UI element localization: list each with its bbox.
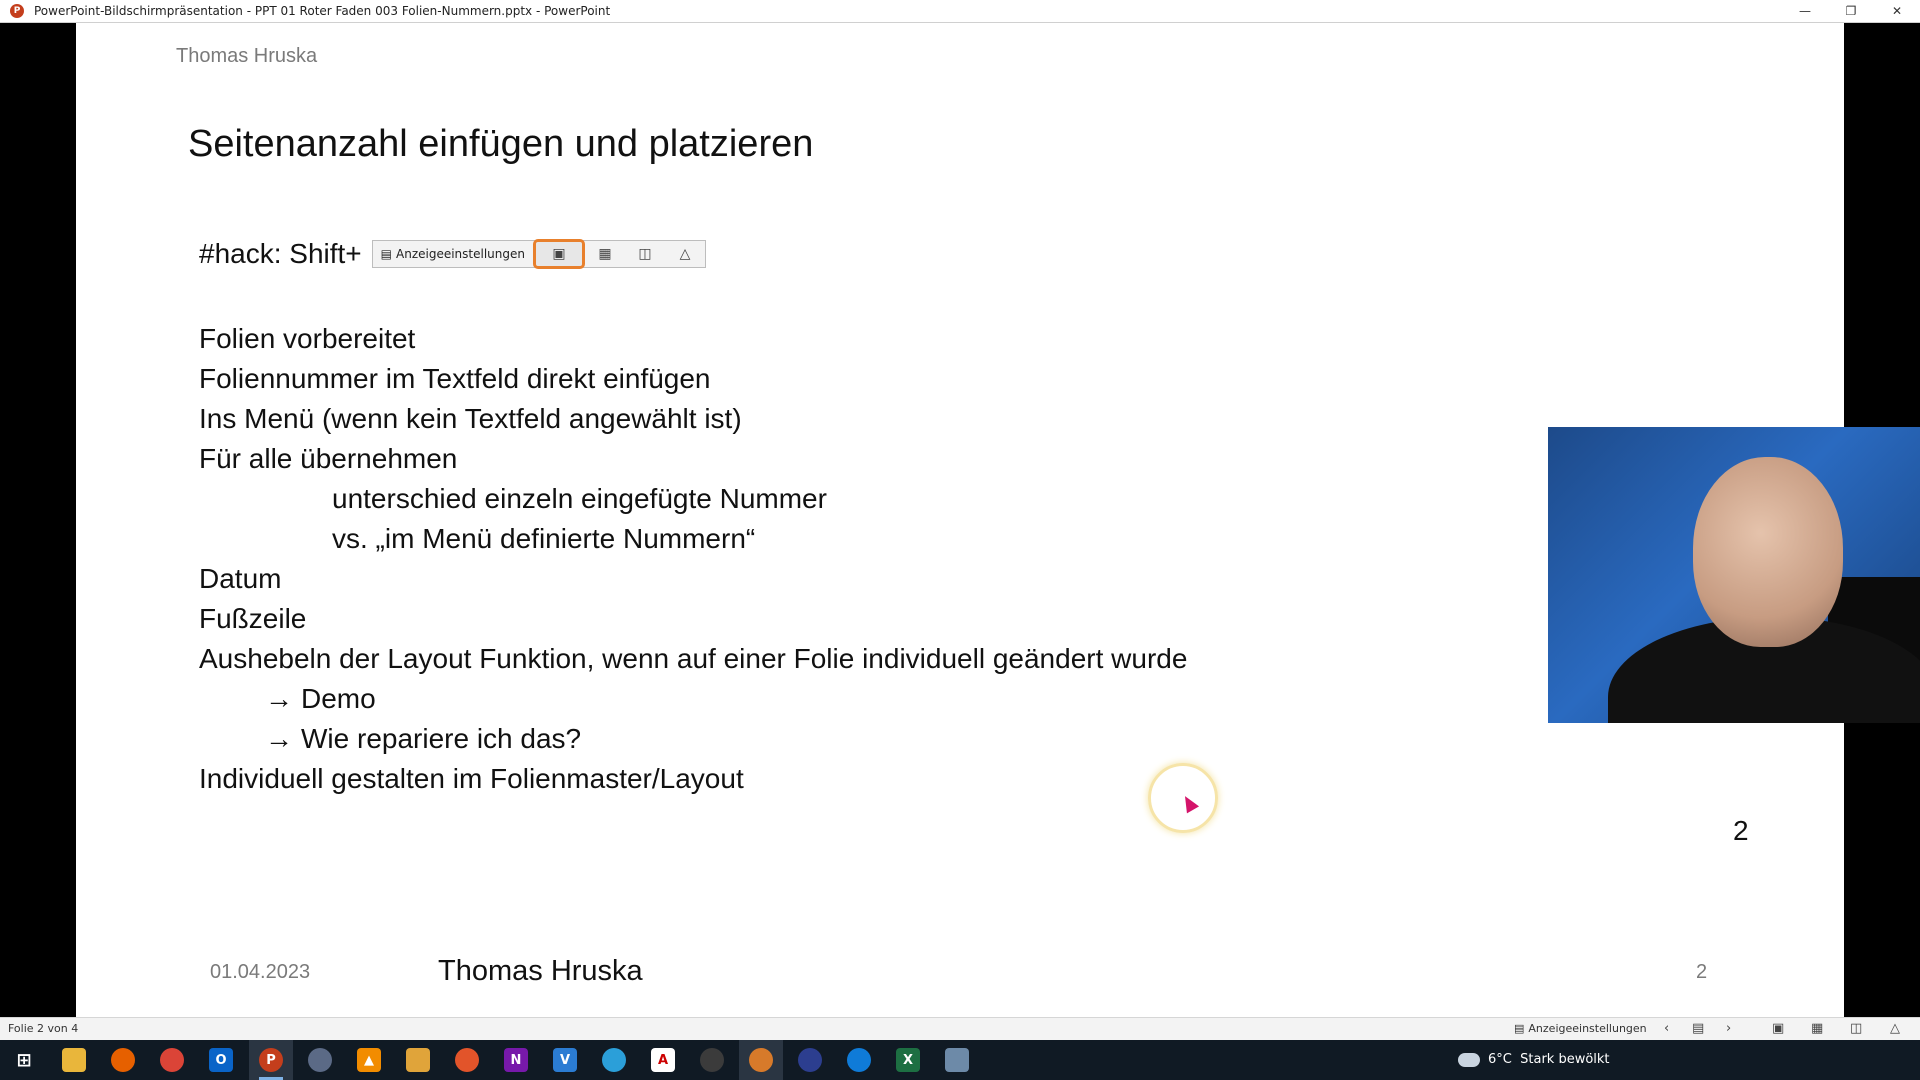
- bullet-line: vs. „im Menü definierte Nummern“: [332, 523, 756, 554]
- weather-text: Stark bewölkt: [1520, 1052, 1610, 1067]
- slide-menu-icon[interactable]: ▤: [1692, 1021, 1704, 1036]
- windows-taskbar: ⊞ O P ▲ N V A X 6°C Stark bewölkt: [0, 1040, 1920, 1080]
- weather-widget[interactable]: 6°C Stark bewölkt: [1458, 1052, 1610, 1067]
- statusbar: Folie 2 von 4 ▤ Anzeigeeinstellungen ‹ ▤…: [0, 1017, 1920, 1040]
- webcam-overlay: [1548, 427, 1920, 723]
- obs-icon[interactable]: [700, 1048, 724, 1072]
- reading-view-icon: ◫: [638, 246, 652, 262]
- view-toolbar-screenshot: ▤ Anzeigeeinstellungen ▣ ▦ ◫ △: [371, 239, 706, 269]
- arrow-right-icon: →: [265, 723, 293, 754]
- bullet-line: unterschied einzeln eingefügte Nummer: [332, 483, 827, 514]
- file-explorer-icon[interactable]: [62, 1048, 86, 1072]
- footer-author: Thomas Hruska: [438, 955, 643, 987]
- slide-header-author: Thomas Hruska: [176, 45, 318, 67]
- onenote-icon[interactable]: N: [504, 1048, 528, 1072]
- slideshow-button[interactable]: △: [1890, 1021, 1900, 1036]
- bullet-line: Fußzeile: [199, 603, 307, 634]
- slide-counter: Folie 2 von 4: [8, 1022, 79, 1035]
- telegram-icon[interactable]: [602, 1048, 626, 1072]
- slideshow-icon: △: [679, 246, 691, 262]
- weather-temp: 6°C: [1488, 1052, 1512, 1067]
- bullet-text: Demo: [301, 683, 376, 714]
- slide-number-textbox: 2: [1733, 815, 1749, 846]
- bullet-line: Ins Menü (wenn kein Textfeld angewählt i…: [199, 403, 742, 434]
- bullet-line: Für alle übernehmen: [199, 443, 458, 474]
- powerpoint-icon[interactable]: P: [259, 1048, 283, 1072]
- footer-date: 01.04.2023: [210, 961, 311, 983]
- minimize-button[interactable]: —: [1782, 0, 1828, 22]
- window-titlebar: P PowerPoint-Bildschirmpräsentation - PP…: [0, 0, 1920, 23]
- app-icon[interactable]: [455, 1048, 479, 1072]
- acrobat-icon[interactable]: A: [651, 1048, 675, 1072]
- app-icon[interactable]: [945, 1048, 969, 1072]
- recorder-icon[interactable]: [749, 1048, 773, 1072]
- hack-text: #hack: Shift+: [199, 238, 362, 269]
- vlc-icon[interactable]: ▲: [357, 1048, 381, 1072]
- display-settings-icon: ▤: [1514, 1022, 1525, 1035]
- firefox-icon[interactable]: [111, 1048, 135, 1072]
- bullet-line-arrow: → Demo: [199, 679, 1187, 719]
- normal-view-button[interactable]: ▣: [1772, 1021, 1784, 1036]
- bullet-line: Foliennummer im Textfeld direkt einfügen: [199, 363, 711, 394]
- close-icon: ✕: [1891, 4, 1903, 18]
- minimize-icon: —: [1799, 4, 1811, 18]
- next-slide-button[interactable]: ›: [1726, 1021, 1731, 1036]
- app-icon[interactable]: [406, 1048, 430, 1072]
- bullet-list: Folien vorbereitet Foliennummer im Textf…: [199, 319, 1187, 799]
- bullet-line: Folien vorbereitet: [199, 323, 416, 354]
- reading-view-button[interactable]: ◫: [1850, 1021, 1862, 1036]
- footer-slide-number: 2: [1696, 961, 1708, 983]
- window-title: PowerPoint-Bildschirmpräsentation - PPT …: [34, 4, 611, 18]
- app-icon[interactable]: [308, 1048, 332, 1072]
- powerpoint-app-icon: P: [10, 4, 24, 18]
- cloud-icon: [1458, 1052, 1480, 1067]
- chrome-icon[interactable]: [160, 1048, 184, 1072]
- slide-title: Seitenanzahl einfügen und platzieren: [188, 123, 814, 165]
- webcam-person-head: [1693, 457, 1843, 647]
- bullet-line: Aushebeln der Layout Funktion, wenn auf …: [199, 643, 1188, 674]
- display-settings-icon: ▤: [380, 247, 392, 261]
- app-icon[interactable]: [798, 1048, 822, 1072]
- bullet-line: Individuell gestalten im Folienmaster/La…: [199, 763, 744, 794]
- close-button[interactable]: ✕: [1874, 0, 1920, 22]
- bullet-line: Datum: [199, 563, 282, 594]
- display-settings-item: ▤ Anzeigeeinstellungen: [373, 241, 533, 267]
- normal-view-icon: ▣: [532, 239, 585, 269]
- edge-icon[interactable]: [847, 1048, 871, 1072]
- display-settings-label: Anzeigeeinstellungen: [396, 247, 525, 261]
- excel-icon[interactable]: X: [896, 1048, 920, 1072]
- restore-button[interactable]: ❐: [1828, 0, 1874, 22]
- previous-slide-button[interactable]: ‹: [1664, 1021, 1669, 1036]
- hack-row: #hack: Shift+ ▤ Anzeigeeinstellungen ▣ ▦…: [199, 238, 706, 270]
- windows-start-icon[interactable]: ⊞: [12, 1048, 36, 1072]
- restore-icon: ❐: [1845, 4, 1857, 18]
- slide-sorter-icon: ▦: [598, 246, 612, 262]
- outlook-icon[interactable]: O: [209, 1048, 233, 1072]
- arrow-right-icon: →: [265, 683, 293, 714]
- statusbar-display-settings[interactable]: ▤ Anzeigeeinstellungen: [1514, 1022, 1647, 1035]
- display-settings-label: Anzeigeeinstellungen: [1528, 1022, 1647, 1035]
- slide-sorter-button[interactable]: ▦: [1811, 1021, 1823, 1036]
- bullet-text: Wie repariere ich das?: [301, 723, 582, 754]
- bullet-line-arrow: → Wie repariere ich das?: [199, 719, 1187, 759]
- visio-icon[interactable]: V: [553, 1048, 577, 1072]
